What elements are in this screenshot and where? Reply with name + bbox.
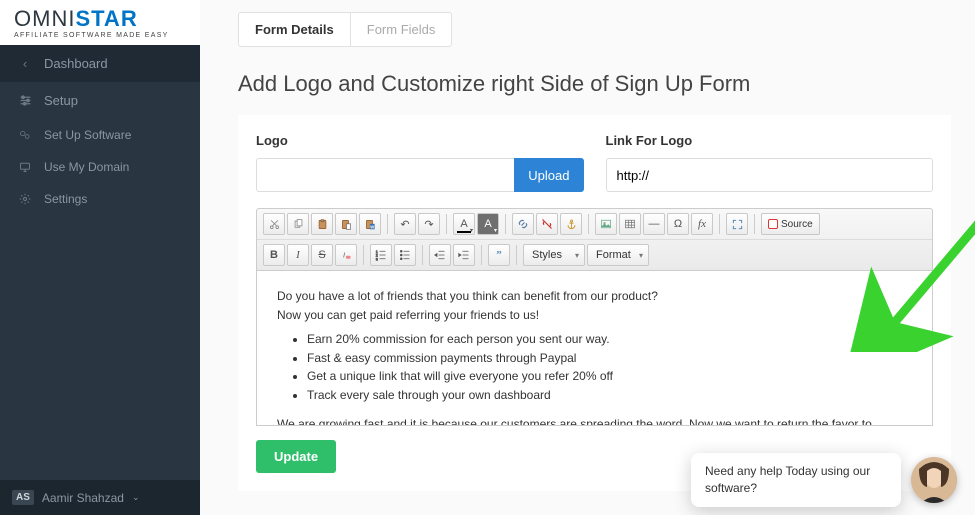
paste-text-icon[interactable]: [335, 213, 357, 235]
chevron-left-icon: ‹: [18, 56, 32, 71]
blockquote-icon[interactable]: ”: [488, 244, 510, 266]
user-name: Aamir Shahzad: [42, 491, 124, 505]
logo-text-b: STAR: [75, 6, 137, 31]
combo-label: Format: [596, 249, 631, 261]
sidebar: OMNISTAR AFFILIATE SOFTWARE MADE EASY ‹ …: [0, 0, 200, 515]
nav-label: Use My Domain: [44, 160, 129, 174]
main-content: Form Details Form Fields Add Logo and Cu…: [200, 0, 975, 515]
list-item: Fast & easy commission payments through …: [307, 349, 912, 368]
editor-text: Now you can get paid referring your frie…: [277, 306, 912, 325]
brand-logo: OMNISTAR AFFILIATE SOFTWARE MADE EASY: [0, 0, 200, 45]
nav-settings[interactable]: Settings: [0, 183, 200, 215]
source-button[interactable]: Source: [761, 213, 820, 235]
editor-text: Do you have a lot of friends that you th…: [277, 287, 912, 306]
nav-use-domain[interactable]: Use My Domain: [0, 151, 200, 183]
svg-text:W: W: [370, 224, 374, 229]
source-label: Source: [781, 219, 813, 230]
monitor-icon: [18, 161, 32, 173]
redo-icon[interactable]: ↷: [418, 213, 440, 235]
unlink-icon[interactable]: [536, 213, 558, 235]
equation-icon[interactable]: fx: [691, 213, 713, 235]
list-item: Track every sale through your own dashbo…: [307, 386, 912, 405]
nav-dashboard[interactable]: ‹ Dashboard: [0, 45, 200, 82]
strike-icon[interactable]: S: [311, 244, 333, 266]
copy-icon[interactable]: [287, 213, 309, 235]
format-dropdown[interactable]: Format: [587, 244, 649, 266]
editor-toolbar: W ↶ ↷ A▾ A▾ —: [256, 208, 933, 271]
paste-icon[interactable]: [311, 213, 333, 235]
remove-format-icon[interactable]: I: [335, 244, 357, 266]
tab-form-fields[interactable]: Form Fields: [350, 12, 453, 47]
gear-icon: [18, 193, 32, 205]
svg-text:I: I: [343, 250, 345, 259]
svg-text:3: 3: [376, 257, 378, 261]
bullet-list-icon[interactable]: [394, 244, 416, 266]
outdent-icon[interactable]: [429, 244, 451, 266]
list-item: Get a unique link that will give everyon…: [307, 367, 912, 386]
editor-text: We are growing fast and it is because ou…: [277, 415, 912, 426]
bold-icon[interactable]: B: [263, 244, 285, 266]
link-input[interactable]: [606, 158, 934, 192]
logo-label: Logo: [256, 133, 584, 148]
link-label: Link For Logo: [606, 133, 934, 148]
chat-message: Need any help Today using our software?: [691, 453, 901, 507]
chevron-down-icon: ⌄: [132, 492, 140, 503]
user-initials: AS: [12, 490, 34, 505]
nav-label: Set Up Software: [44, 128, 131, 142]
gears-icon: [18, 129, 32, 141]
form-panel: Logo Upload Link For Logo: [238, 115, 951, 491]
nav-label: Dashboard: [44, 56, 108, 71]
nav-label: Settings: [44, 192, 87, 206]
text-color-icon[interactable]: A▾: [453, 213, 475, 235]
sliders-icon: [18, 94, 32, 107]
editor-bullet-list: Earn 20% commission for each person you …: [307, 330, 912, 404]
upload-button[interactable]: Upload: [514, 158, 583, 192]
styles-dropdown[interactable]: Styles: [523, 244, 585, 266]
logo-tagline: AFFILIATE SOFTWARE MADE EASY: [14, 32, 186, 39]
undo-icon[interactable]: ↶: [394, 213, 416, 235]
paste-word-icon[interactable]: W: [359, 213, 381, 235]
table-icon[interactable]: [619, 213, 641, 235]
indent-icon[interactable]: [453, 244, 475, 266]
list-item: Earn 20% commission for each person you …: [307, 330, 912, 349]
logo-text-a: OMNI: [14, 6, 75, 31]
maximize-icon[interactable]: [726, 213, 748, 235]
combo-label: Styles: [532, 249, 562, 261]
chat-widget[interactable]: Need any help Today using our software?: [691, 453, 957, 507]
tabs: Form Details Form Fields: [238, 12, 975, 47]
logo-file-input[interactable]: [256, 158, 514, 192]
nav-setup[interactable]: Setup: [0, 82, 200, 119]
editor-body[interactable]: Do you have a lot of friends that you th…: [256, 271, 933, 426]
rich-text-editor: W ↶ ↷ A▾ A▾ —: [256, 208, 933, 426]
nav-label: Setup: [44, 93, 78, 108]
hr-icon[interactable]: —: [643, 213, 665, 235]
update-button[interactable]: Update: [256, 440, 336, 473]
tab-form-details[interactable]: Form Details: [238, 12, 350, 47]
special-char-icon[interactable]: Ω: [667, 213, 689, 235]
user-menu[interactable]: AS Aamir Shahzad ⌄: [0, 480, 200, 515]
anchor-icon[interactable]: [560, 213, 582, 235]
cut-icon[interactable]: [263, 213, 285, 235]
numbered-list-icon[interactable]: 123: [370, 244, 392, 266]
page-title: Add Logo and Customize right Side of Sig…: [238, 71, 975, 97]
image-icon[interactable]: [595, 213, 617, 235]
bg-color-icon[interactable]: A▾: [477, 213, 499, 235]
italic-icon[interactable]: I: [287, 244, 309, 266]
chat-avatar[interactable]: [911, 457, 957, 503]
nav-setup-software[interactable]: Set Up Software: [0, 119, 200, 151]
link-icon[interactable]: [512, 213, 534, 235]
